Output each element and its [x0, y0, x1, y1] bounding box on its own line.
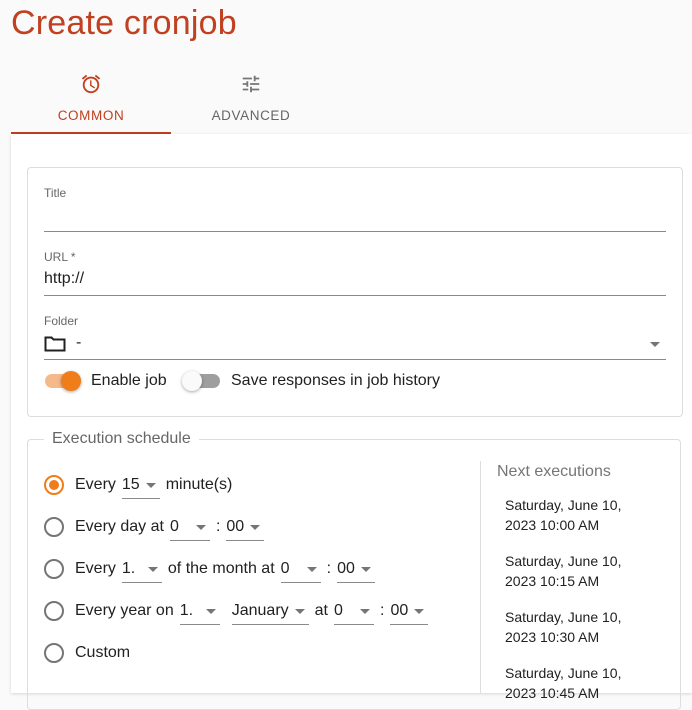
folder-value: -: [76, 334, 82, 351]
radio-custom[interactable]: [44, 643, 64, 663]
hour-select[interactable]: 0: [280, 556, 321, 583]
select-value: 15: [121, 475, 140, 493]
folder-select[interactable]: Folder -: [44, 314, 666, 360]
option-text: :: [215, 518, 221, 535]
toggle-knob: [61, 371, 81, 391]
tab-advanced[interactable]: ADVANCED: [171, 66, 331, 134]
url-underline: [44, 295, 666, 296]
chevron-down-icon: [359, 608, 370, 614]
select-value: January: [231, 601, 289, 619]
option-text: :: [379, 602, 385, 619]
schedule-option-custom[interactable]: Custom: [44, 638, 130, 668]
option-text: Every: [75, 560, 116, 577]
minute-select[interactable]: 00: [390, 598, 429, 625]
hour-select[interactable]: 0: [169, 514, 210, 541]
schedule-option-every-day[interactable]: Every day at 0 : 00: [44, 512, 270, 542]
save-responses-label: Save responses in job history: [231, 372, 440, 389]
tab-common[interactable]: COMMON: [11, 66, 171, 134]
month-select[interactable]: January: [231, 598, 309, 625]
chevron-down-icon: [414, 608, 425, 614]
option-text: Every: [75, 476, 116, 493]
schedule-option-every-minutes[interactable]: Every 15 minute(s): [44, 470, 232, 500]
select-value: 1.: [121, 559, 136, 577]
select-value: 0: [169, 517, 179, 535]
tab-advanced-label: ADVANCED: [211, 108, 291, 123]
general-settings-card: Title URL * http:// Folder - Enable job …: [27, 167, 683, 417]
schedule-option-every-year[interactable]: Every year on 1. January at 0 : 00: [44, 596, 434, 626]
select-value: 1.: [179, 601, 194, 619]
radio-every-month[interactable]: [44, 559, 64, 579]
folder-icon: [44, 335, 66, 358]
alarm-clock-icon: [11, 73, 171, 97]
select-value: 0: [333, 601, 343, 619]
radio-every-year[interactable]: [44, 601, 64, 621]
save-responses-toggle[interactable]: [182, 371, 220, 391]
option-text: Custom: [75, 644, 131, 661]
select-value: 00: [337, 559, 355, 577]
tab-common-label: COMMON: [57, 108, 125, 123]
next-execution-item: Saturday, June 10, 2023 10:00 AM: [505, 497, 622, 533]
tune-sliders-icon: [171, 73, 331, 97]
option-text: Every year on: [75, 602, 174, 619]
chevron-down-icon: [250, 524, 261, 530]
radio-every-day[interactable]: [44, 517, 64, 537]
select-value: 0: [280, 559, 290, 577]
enable-job-label: Enable job: [91, 372, 167, 389]
execution-schedule-legend: Execution schedule: [52, 430, 191, 447]
option-text: Every day at: [75, 518, 164, 535]
chevron-down-icon: [360, 566, 371, 572]
next-execution-item: Saturday, June 10, 2023 10:15 AM: [505, 553, 622, 589]
chevron-down-icon: [147, 566, 158, 572]
select-value: 00: [390, 601, 409, 619]
chevron-down-icon: [306, 566, 317, 572]
title-field[interactable]: Title: [44, 186, 666, 232]
chevron-down-icon: [650, 342, 660, 347]
url-input[interactable]: http://: [44, 270, 84, 288]
chevron-down-icon: [195, 524, 206, 530]
option-text: minute(s): [165, 476, 233, 493]
tab-bar: COMMON ADVANCED: [11, 66, 692, 134]
title-underline: [44, 231, 666, 232]
option-text: of the month at: [167, 560, 275, 577]
folder-underline: [44, 359, 666, 360]
next-executions-title: Next executions: [497, 463, 611, 480]
folder-label: Folder: [44, 314, 79, 328]
option-text: :: [326, 560, 332, 577]
next-execution-item: Saturday, June 10, 2023 10:45 AM: [505, 665, 622, 701]
chevron-down-icon: [205, 608, 216, 614]
url-field[interactable]: URL * http://: [44, 250, 666, 296]
schedule-option-every-month[interactable]: Every 1. of the month at 0 : 00: [44, 554, 381, 584]
title-label: Title: [44, 186, 67, 200]
hour-select[interactable]: 0: [333, 598, 374, 625]
url-label: URL *: [44, 250, 76, 264]
minutes-select[interactable]: 15: [121, 472, 160, 499]
day-select[interactable]: 1.: [179, 598, 220, 625]
page-title: Create cronjob: [11, 4, 237, 42]
day-of-month-select[interactable]: 1.: [121, 556, 162, 583]
next-executions-divider: [480, 461, 481, 693]
minute-select[interactable]: 00: [226, 514, 265, 541]
option-text: at: [314, 602, 328, 619]
chevron-down-icon: [145, 482, 156, 488]
minute-select[interactable]: 00: [337, 556, 375, 583]
radio-every-minutes[interactable]: [44, 475, 64, 495]
next-execution-item: Saturday, June 10, 2023 10:30 AM: [505, 609, 622, 645]
chevron-down-icon: [294, 608, 305, 614]
toggle-knob: [182, 371, 202, 391]
enable-job-toggle[interactable]: [45, 371, 81, 391]
select-value: 00: [226, 517, 245, 535]
